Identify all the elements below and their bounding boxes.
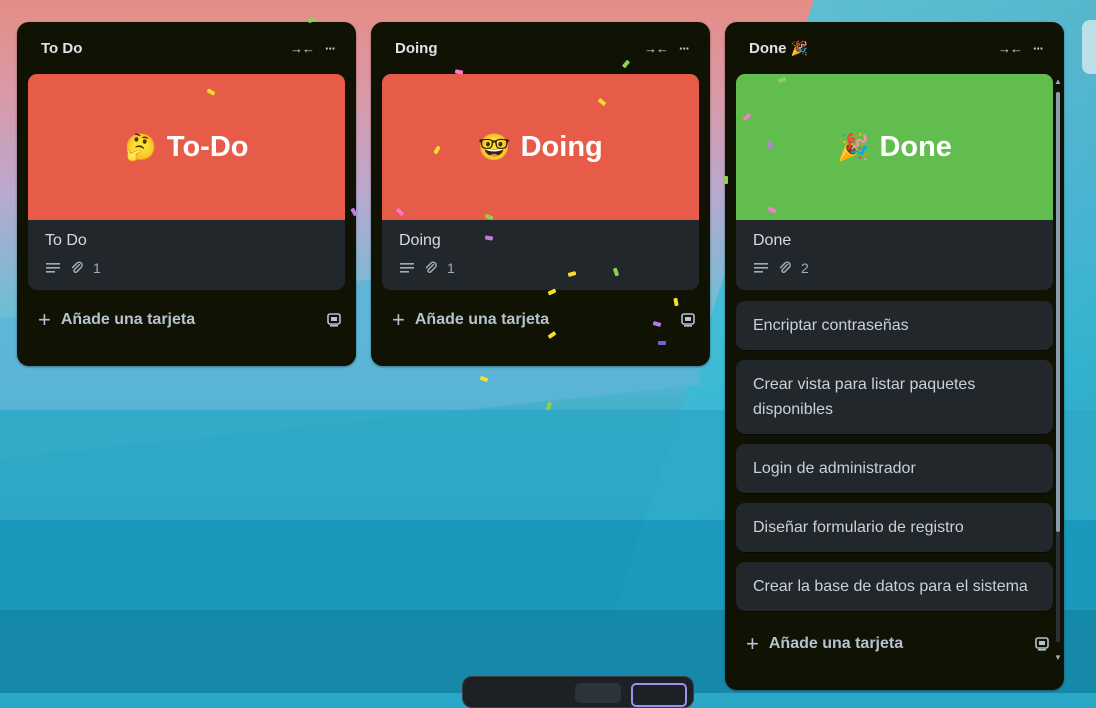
list-header: Doing →← ··· [371, 22, 710, 74]
add-card-button[interactable]: + Añade una tarjeta [725, 621, 1064, 667]
thinking-face-icon: 🤔 [124, 131, 157, 162]
attachment-icon [777, 260, 793, 276]
plus-icon: + [38, 307, 51, 332]
card-title: Crear vista para listar paquetes disponi… [753, 376, 976, 418]
card-badges: 1 [399, 260, 682, 276]
confetti-piece [724, 176, 728, 184]
card-item[interactable]: Crear la base de datos para el sistema [736, 562, 1053, 611]
add-card-label: Añade una tarjeta [60, 311, 196, 328]
more-icon[interactable]: ··· [1024, 34, 1052, 62]
list-title[interactable]: To Do [41, 40, 288, 57]
attachment-count: 2 [801, 260, 809, 276]
attachment-count: 1 [93, 260, 101, 276]
description-icon [753, 260, 769, 276]
add-card-label: Añade una tarjeta [768, 635, 904, 652]
list-doing: Doing →← ··· 🤓 Doing Doing 1 + Añade una… [371, 22, 710, 366]
card-item[interactable]: Crear vista para listar paquetes disponi… [736, 360, 1053, 434]
scroll-down-icon[interactable]: ▼ [1054, 653, 1062, 662]
cover-text: Doing [520, 130, 603, 163]
add-card-button[interactable]: + Añade una tarjeta [17, 290, 356, 350]
nerd-face-icon: 🤓 [478, 131, 511, 162]
attachment-icon [69, 260, 85, 276]
card-todo[interactable]: 🤔 To-Do To Do 1 [28, 74, 345, 290]
board-menu-handle[interactable] [1082, 20, 1096, 74]
attachment-count: 1 [447, 260, 455, 276]
collapse-icon[interactable]: →← [996, 34, 1024, 62]
collapse-icon[interactable]: →← [288, 34, 316, 62]
cover-text: To-Do [166, 130, 249, 163]
list-title[interactable]: Doing [395, 40, 642, 57]
confetti-piece [658, 341, 666, 345]
card-item[interactable]: Diseñar formulario de registro [736, 503, 1053, 552]
card-title: Crear la base de datos para el sistema [753, 578, 1028, 595]
description-icon [45, 260, 61, 276]
card-badges: 2 [753, 260, 1036, 276]
card-title: Diseñar formulario de registro [753, 519, 964, 536]
party-popper-icon: 🎉 [837, 131, 870, 162]
cover-text: Done [879, 130, 952, 163]
card-title: Done [753, 232, 792, 249]
card-done[interactable]: 🎉 Done Done 2 [736, 74, 1053, 290]
template-icon[interactable] [324, 310, 344, 330]
card-cover: 🤓 Doing [382, 74, 699, 220]
list-header: Done 🎉 →← ··· [725, 22, 1064, 74]
description-icon [399, 260, 415, 276]
bottom-toolbar[interactable] [462, 676, 694, 708]
card-cover: 🤔 To-Do [28, 74, 345, 220]
template-icon[interactable] [1032, 634, 1052, 654]
card-cover: 🎉 Done [736, 74, 1053, 220]
card-doing[interactable]: 🤓 Doing Doing 1 [382, 74, 699, 290]
add-card-label: Añade una tarjeta [414, 311, 550, 328]
list-scrollbar[interactable]: ▲ ▼ [1054, 77, 1062, 662]
more-icon[interactable]: ··· [316, 34, 344, 62]
template-icon[interactable] [678, 310, 698, 330]
card-badges: 1 [45, 260, 328, 276]
plus-icon: + [392, 307, 405, 332]
toolbar-active-tab[interactable] [631, 683, 687, 707]
list-header: To Do →← ··· [17, 22, 356, 74]
list-done: Done 🎉 →← ··· 🎉 Done Done 2 Encriptar co… [725, 22, 1064, 690]
card-item[interactable]: Login de administrador [736, 444, 1053, 493]
card-title: To Do [45, 232, 87, 249]
collapse-icon[interactable]: →← [642, 34, 670, 62]
list-title[interactable]: Done 🎉 [749, 40, 996, 57]
plus-icon: + [746, 631, 759, 656]
scrollbar-thumb[interactable] [1056, 92, 1060, 532]
card-title: Encriptar contraseñas [753, 317, 909, 334]
card-item[interactable]: Encriptar contraseñas [736, 301, 1053, 350]
card-title: Login de administrador [753, 460, 916, 477]
card-title: Doing [399, 232, 441, 249]
party-popper-icon: 🎉 [790, 39, 809, 56]
more-icon[interactable]: ··· [670, 34, 698, 62]
scroll-up-icon[interactable]: ▲ [1054, 77, 1062, 86]
attachment-icon [423, 260, 439, 276]
list-todo: To Do →← ··· 🤔 To-Do To Do 1 + Añade una… [17, 22, 356, 366]
